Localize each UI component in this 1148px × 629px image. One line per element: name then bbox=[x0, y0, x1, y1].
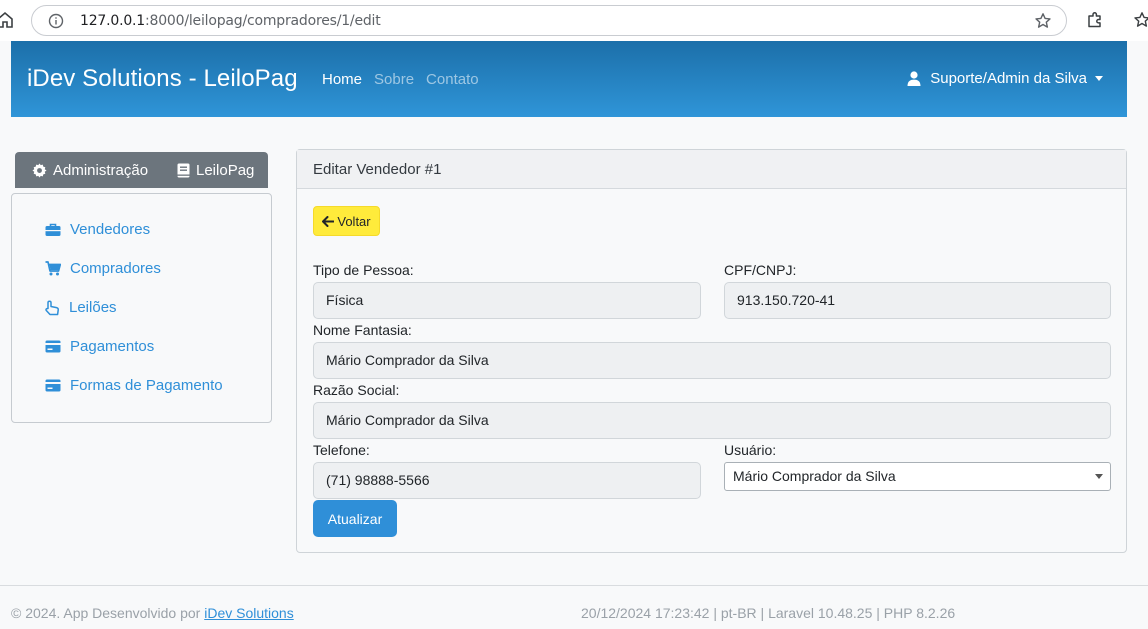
nav-links: Home Sobre Contato bbox=[322, 71, 491, 88]
update-button[interactable]: Atualizar bbox=[313, 500, 397, 537]
bookmark-star-icon[interactable] bbox=[1034, 12, 1052, 30]
edit-form-card: Editar Vendedor #1 Voltar Tipo de Pessoa… bbox=[296, 149, 1127, 553]
sidebar-item-leiloes[interactable]: Leilões bbox=[45, 299, 117, 316]
site-info-icon[interactable] bbox=[48, 13, 64, 29]
footer-copyright: © 2024. App Desenvolvido por iDev Soluti… bbox=[11, 605, 294, 621]
sidebar-item-formas-pagamento[interactable]: Formas de Pagamento bbox=[45, 377, 223, 394]
nav-contato[interactable]: Contato bbox=[426, 71, 479, 88]
card-header: Editar Vendedor #1 bbox=[297, 150, 1126, 189]
sidebar-item-pagamentos[interactable]: Pagamentos bbox=[45, 338, 154, 355]
sidebar-menu: Vendedores Compradores Leilões Pagamento… bbox=[11, 193, 272, 423]
extensions-puzzle-icon[interactable] bbox=[1086, 11, 1104, 29]
user-icon bbox=[907, 71, 921, 86]
book-icon bbox=[177, 163, 190, 178]
page-title: Editar Vendedor #1 bbox=[313, 161, 442, 178]
arrow-left-icon bbox=[322, 215, 335, 227]
sidebar-item-vendedores[interactable]: Vendedores bbox=[45, 221, 150, 238]
usuario-label: Usuário: bbox=[724, 442, 777, 458]
user-menu[interactable]: Suporte/Admin da Silva bbox=[907, 70, 1103, 87]
brand-title[interactable]: iDev Solutions - LeiloPag bbox=[27, 65, 298, 93]
nome-fantasia-label: Nome Fantasia: bbox=[313, 322, 412, 338]
top-navbar: iDev Solutions - LeiloPag Home Sobre Con… bbox=[11, 41, 1127, 117]
browser-toolbar: 127.0.0.1:8000/leilopag/compradores/1/ed… bbox=[0, 0, 1148, 41]
user-name: Suporte/Admin da Silva bbox=[930, 70, 1087, 87]
caret-down-icon bbox=[1095, 76, 1103, 81]
briefcase-icon bbox=[45, 223, 61, 236]
credit-card-icon bbox=[45, 379, 61, 392]
razao-social-label: Razão Social: bbox=[313, 382, 400, 398]
telefone-label: Telefone: bbox=[313, 442, 370, 458]
back-button[interactable]: Voltar bbox=[313, 206, 380, 236]
footer-info: 20/12/2024 17:23:42 | pt-BR | Laravel 10… bbox=[581, 605, 956, 621]
telefone-field[interactable]: (71) 98888-5566 bbox=[313, 462, 701, 499]
cpf-cnpj-field[interactable]: 913.150.720-41 bbox=[724, 282, 1111, 319]
usuario-selected-value: Mário Comprador da Silva bbox=[733, 468, 896, 484]
tab-administracao[interactable]: Administração bbox=[32, 162, 148, 179]
tab-leilopag[interactable]: LeiloPag bbox=[177, 162, 254, 179]
credit-card-icon bbox=[45, 340, 61, 353]
cpf-cnpj-label: CPF/CNPJ: bbox=[724, 262, 797, 278]
hand-pointer-icon bbox=[45, 299, 59, 315]
address-bar[interactable]: 127.0.0.1:8000/leilopag/compradores/1/ed… bbox=[31, 5, 1067, 36]
tipo-pessoa-field[interactable]: Física bbox=[313, 282, 701, 319]
cart-icon bbox=[45, 261, 61, 276]
footer-divider bbox=[0, 585, 1148, 586]
nav-home[interactable]: Home bbox=[322, 71, 362, 88]
tipo-pessoa-label: Tipo de Pessoa: bbox=[313, 262, 414, 278]
sidebar-item-compradores[interactable]: Compradores bbox=[45, 260, 161, 277]
sidebar-tabs: Administração LeiloPag bbox=[15, 152, 268, 188]
footer-link[interactable]: iDev Solutions bbox=[204, 605, 294, 621]
razao-social-field[interactable]: Mário Comprador da Silva bbox=[313, 402, 1111, 439]
gear-icon bbox=[32, 163, 47, 178]
home-icon[interactable] bbox=[0, 11, 14, 29]
nome-fantasia-field[interactable]: Mário Comprador da Silva bbox=[313, 342, 1111, 379]
nav-sobre[interactable]: Sobre bbox=[374, 71, 414, 88]
select-arrow-icon bbox=[1095, 474, 1103, 479]
url-text: 127.0.0.1:8000/leilopag/compradores/1/ed… bbox=[80, 13, 381, 29]
usuario-select[interactable]: Mário Comprador da Silva bbox=[724, 462, 1111, 491]
favorites-star-icon[interactable] bbox=[1133, 11, 1148, 29]
